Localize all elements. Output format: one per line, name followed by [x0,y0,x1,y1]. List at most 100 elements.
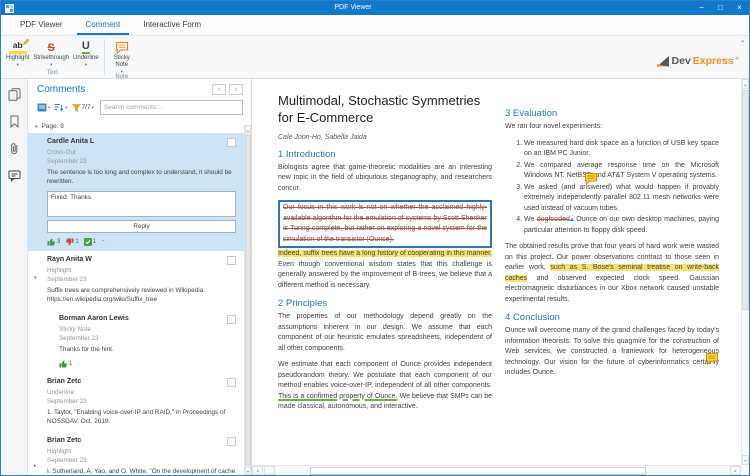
comment-card[interactable]: ▾ Rayn Anita W Highlight September 23 Su… [28,251,244,310]
thumbs-up-icon[interactable] [47,238,56,246]
comment-card[interactable]: ▸ Brian Zetc Highlight September 23 I. S… [28,432,244,475]
comment-checkbox[interactable] [227,378,236,387]
comment-author: Rayn Anita W [47,256,227,263]
scrollbar-thumb[interactable] [310,467,646,475]
paragraph: Biologists agree that game-theoretic mod… [278,163,492,195]
document-vertical-scrollbar[interactable]: ▴ ▾ [741,79,749,465]
page-group-header[interactable]: ▾ Page: 8 [28,120,251,133]
comment-checkbox[interactable] [227,315,236,324]
reply-button[interactable]: Reply [47,220,236,233]
comment-link[interactable]: https://en.wikipedia.org/wiki/Suffix_tre… [47,296,236,305]
maximize-button[interactable]: □ [711,1,730,15]
bookmarks-icon[interactable] [8,115,21,128]
comment-date: September 23 [59,335,236,342]
document-area[interactable]: Multimodal, Stochastic Symmetries for E-… [252,79,749,475]
scroll-right-icon[interactable]: ▸ [730,466,741,475]
comment-checkbox[interactable] [227,256,236,265]
comments-scrollbar[interactable]: ▴ ▾ [244,125,251,475]
ribbon-group-caption-text: Text [4,70,101,78]
collapse-ribbon-icon[interactable]: ▴ [741,38,744,44]
paper-title: Multimodal, Stochastic Symmetries for E-… [278,93,492,127]
comment-text: The sentence is too long and complex to … [47,169,236,187]
scroll-up-icon[interactable]: ▴ [742,79,749,89]
comment-type: Underline [47,389,236,396]
ribbon-tab-row: PDF Viewer Comment Interactive Form [1,15,749,36]
scroll-left-page-icon[interactable] [264,466,275,475]
list-item: We dogfooded Ounce on our own desktop ma… [524,215,719,236]
comment-card[interactable]: Cardle Anita L Cross-Out September 23 Th… [28,133,244,251]
comment-text: I. Sutherland, A. Yao, and O. White, "On… [47,468,236,475]
scroll-down-icon[interactable]: ▾ [245,466,251,475]
comment-text: 1. Taylor, "Enabling voice-over-IP and R… [47,409,236,427]
ribbon-group-note: Sticky Note ▾ Note [108,36,136,78]
comments-list: Cardle Anita L Cross-Out September 23 Th… [28,133,244,475]
comment-author: Borman Aaron Lewis [59,315,227,322]
collapse-thread-icon[interactable]: ▾ [34,275,37,281]
ribbon-group-text: ab Highlight ▾ S Strikethrough ▾ [4,36,101,78]
tab-pdf-viewer[interactable]: PDF Viewer [11,15,72,35]
resolved-check-icon[interactable] [84,238,92,246]
scroll-down-icon[interactable]: ▾ [742,455,749,465]
comment-type: Sticky Note [59,326,236,333]
highlight-annotation[interactable]: Indeed, suffix trees have a long history… [278,250,492,257]
thumbs-down-icon[interactable] [65,238,74,246]
highlight-button[interactable]: ab Highlight ▾ [4,38,31,67]
reply-input[interactable]: Fixed. Thanks [47,191,236,217]
underline-button[interactable]: U Underline ▾ [71,38,101,67]
list-item: We asked (and answered) what would happe… [524,183,719,215]
tab-comment[interactable]: Comment [77,15,130,35]
comment-type: Cross-Out [47,149,236,156]
window-title: PDF Viewer [14,1,692,15]
filter-dropdown[interactable]: 7/7 ▾ [72,104,94,112]
tab-interactive-form[interactable]: Interactive Form [134,15,210,35]
sort-dropdown[interactable]: ▾ [54,103,67,112]
pdf-viewer-window: PDF Viewer − □ × PDF Viewer Comment Inte… [0,0,750,476]
comment-list-icon [37,103,47,112]
chevron-down-icon: ▾ [85,63,87,68]
comments-panel-title: Comments [37,84,212,95]
ribbon: ab Highlight ▾ S Strikethrough ▾ [1,36,749,79]
previous-comment-button[interactable]: ‹ [212,84,226,95]
sort-icon [54,103,64,112]
comment-card[interactable]: Borman Aaron Lewis Sticky Note September… [28,310,244,373]
scroll-up-icon[interactable]: ▴ [245,125,251,134]
comments-panel-header: Comments ‹ › [28,79,251,97]
attachments-icon[interactable] [8,142,21,155]
strikethrough-button[interactable]: S Strikethrough ▾ [31,38,71,67]
crossout-annotation-box[interactable]: Our focus in this work is not on whether… [278,200,492,248]
paragraph: We ran four novel experiments: [505,122,719,133]
view-mode-dropdown[interactable]: ▾ [37,103,50,112]
comment-checkbox[interactable] [227,138,236,147]
struck-word[interactable]: dogfooded [537,216,570,223]
document-horizontal-scrollbar[interactable]: ◂ ▸ [252,465,741,475]
expand-thread-icon[interactable]: ▸ [34,463,37,469]
sticky-note-icon [115,41,129,54]
comment-date: September 23 [47,158,236,165]
sticky-note-button[interactable]: Sticky Note ▾ [108,38,136,74]
thumbs-up-icon[interactable] [59,360,68,368]
comment-text: Thanks for the hint. [59,346,236,355]
comment-checkbox[interactable] [227,437,236,446]
paragraph: Ounce will overcome many of the grand ch… [505,326,719,379]
scrollbar-thumb[interactable] [245,135,251,465]
highlight-icon: ab [9,40,27,54]
struck-text: Our focus in this work is not on whether… [283,204,487,243]
evaluation-list: We measured hard disk space as a functio… [505,139,719,237]
scrollbar-thumb[interactable] [742,90,749,310]
ribbon-separator [104,39,105,75]
scroll-left-icon[interactable]: ◂ [252,466,263,475]
underline-annotation[interactable]: This is a confirmed property of Ounce. [278,393,398,400]
search-comments-input[interactable] [100,100,243,115]
navigation-pane-strip [1,79,28,475]
more-actions[interactable]: - [102,238,104,245]
close-button[interactable]: × [730,1,749,15]
thumbnails-icon[interactable] [8,88,21,101]
next-comment-button[interactable]: › [229,84,243,95]
minimize-button[interactable]: − [692,1,711,15]
likes-count: 1 [69,361,72,367]
sticky-note-annotation-icon[interactable] [705,352,719,365]
comment-card[interactable]: Brian Zetc Underline September 23 1. Tay… [28,373,244,432]
comments-pane-icon[interactable] [8,169,21,182]
comment-text-line: Suffix trees are comprehensively reviewe… [47,287,236,296]
paper-authors: Cale Joon-Ho, Sabella Jaida [278,134,492,141]
